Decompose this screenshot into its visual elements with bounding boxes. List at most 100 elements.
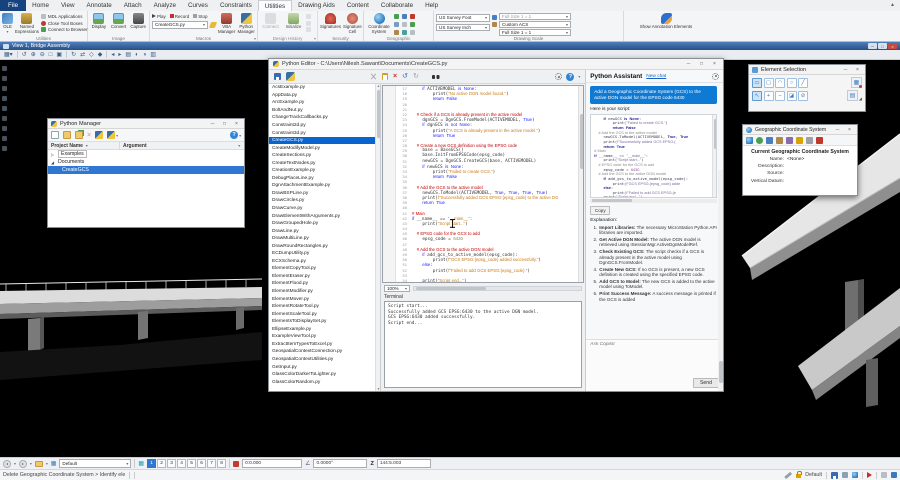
file-list-item[interactable]: ChangeTrackCallbacks.py xyxy=(269,114,375,122)
gcs-close-button[interactable]: × xyxy=(845,127,854,133)
geo-icon-2[interactable] xyxy=(402,14,407,19)
pm-minimize-button[interactable]: ─ xyxy=(208,121,217,127)
ribbon-tab[interactable]: Home xyxy=(26,0,55,11)
send-button[interactable]: Send xyxy=(693,378,719,388)
coordinate-system-button[interactable]: Coordinate System xyxy=(366,12,392,35)
pe-minimize-button[interactable]: ─ xyxy=(684,61,693,67)
view-number-button[interactable]: 6 xyxy=(197,459,206,468)
file-list-item[interactable]: BoltAndNut.py xyxy=(269,107,375,115)
scroll-up-icon[interactable]: ▲ xyxy=(376,84,381,88)
select-shape-icon[interactable]: ◠ xyxy=(775,78,785,88)
acs-lock-icon[interactable] xyxy=(233,461,239,467)
file-list-item[interactable]: ElementsToDisplaySet.py xyxy=(269,318,375,326)
connect-to-browser-button[interactable]: Connect to Browser xyxy=(41,27,88,32)
file-list-item[interactable]: ECXSchema.py xyxy=(269,258,375,266)
tool-icon[interactable] xyxy=(2,96,7,101)
unit-combo-sub[interactable]: US Survey Inch▾ xyxy=(436,24,490,32)
file-list-item[interactable]: ElementRotateTool.py xyxy=(269,303,375,311)
view-number-button[interactable]: 8 xyxy=(217,459,226,468)
clip-mask-icon[interactable]: ◑ xyxy=(143,52,147,58)
ribbon-tab[interactable]: Analyze xyxy=(148,0,182,11)
expand-dialog-icon[interactable]: ◢ xyxy=(859,96,862,101)
delete-icon[interactable]: × xyxy=(393,73,397,80)
clip-volume-icon[interactable]: ◐ xyxy=(135,52,139,58)
save-gcs-icon[interactable] xyxy=(796,137,803,144)
filter-icon[interactable]: ▼ xyxy=(237,144,241,148)
selection-add-icon[interactable]: + xyxy=(764,91,774,101)
selection-new-icon[interactable]: ↖ xyxy=(752,91,762,101)
file-list-item[interactable]: ArcExample.py xyxy=(269,99,375,107)
show-annotation-elements-button[interactable]: Show Annotation Elements xyxy=(626,12,706,35)
assistant-code-scrollbar[interactable] xyxy=(712,115,716,197)
column-argument[interactable]: Argument▼ xyxy=(120,143,244,149)
remove-script-icon[interactable]: × xyxy=(87,132,91,139)
scale-lock-icon[interactable] xyxy=(492,15,497,20)
walk-icon[interactable]: ◇ xyxy=(89,52,94,58)
display-button[interactable]: Display xyxy=(90,12,108,35)
vba-manager-button[interactable]: VBA Manager xyxy=(218,12,235,35)
ribbon-tab[interactable]: Help xyxy=(419,0,444,11)
save-icon[interactable] xyxy=(274,73,281,80)
file-list-scrollbar[interactable]: ▲ ▼ xyxy=(375,84,380,391)
selection-clear-icon[interactable]: ⊘ xyxy=(798,91,808,101)
rotate-view-icon[interactable]: ↻ xyxy=(71,52,76,58)
assistant-settings-icon[interactable] xyxy=(712,73,719,80)
file-list-item[interactable]: ElementModifier.py xyxy=(269,288,375,296)
display-style-icon[interactable]: ▦▾ xyxy=(4,52,13,58)
history-icon-2[interactable] xyxy=(306,21,311,26)
view-window-titlebar[interactable]: View 1, Bridge Assembly ─ □ × xyxy=(0,42,900,50)
lock-icon[interactable] xyxy=(796,474,801,478)
assistant-scrollbar[interactable] xyxy=(718,170,723,391)
file-list-item[interactable]: AcsExample.py xyxy=(269,84,375,92)
file-list-item[interactable]: Constraint2d.py xyxy=(269,122,375,130)
file-list-item[interactable]: EllipseExample.py xyxy=(269,326,375,334)
python-manager-titlebar[interactable]: Python Manager ─ □ × xyxy=(48,119,244,129)
assistant-code-block[interactable]: if newGCS is None: print("Failed to crea… xyxy=(590,114,717,198)
file-list-item[interactable]: CreateSections.py xyxy=(269,152,375,160)
stop-button[interactable]: Stop xyxy=(193,14,207,19)
run-python-icon[interactable] xyxy=(95,131,103,139)
initialize-button[interactable]: Initialize xyxy=(283,12,304,35)
pencil-icon[interactable] xyxy=(784,471,792,478)
select-circle-icon[interactable]: ○ xyxy=(787,78,797,88)
es-close-button[interactable]: × xyxy=(853,67,862,73)
ribbon-collapse-icon[interactable]: ▴ xyxy=(891,1,894,8)
assistant-code-hscrollbar[interactable] xyxy=(590,199,717,203)
grid-status-icon[interactable] xyxy=(842,472,848,478)
gcs-details-icon[interactable] xyxy=(766,137,773,144)
gcs-dialog-titlebar[interactable]: Geographic Coordinate System ─ × xyxy=(743,125,857,135)
tool-icon[interactable] xyxy=(2,66,7,71)
acs-icon[interactable] xyxy=(492,22,497,27)
fly-icon[interactable]: ◆ xyxy=(98,52,103,58)
view-groups-icon[interactable]: ▦ xyxy=(138,460,144,467)
file-list-item[interactable]: DrawRoundRectangles.py xyxy=(269,242,375,250)
signatures-button[interactable]: Signatures xyxy=(320,12,341,35)
acs-combo[interactable]: Custom ACS▾ xyxy=(499,21,571,28)
file-list-item[interactable]: ElementCopyTool.py xyxy=(269,265,375,273)
assistant-input[interactable] xyxy=(590,342,719,378)
named-expressions-button[interactable]: Named Expressions xyxy=(15,12,39,35)
undo-view-dropdown-icon[interactable]: ▾ xyxy=(14,461,16,466)
update-view-icon[interactable]: ↺ xyxy=(22,52,27,58)
help-dropdown-icon[interactable]: ▾ xyxy=(578,74,580,79)
delete-gcs-icon[interactable] xyxy=(816,137,823,144)
file-list-item[interactable]: CreateGCS.py xyxy=(269,137,375,145)
z-field[interactable]: 144:5.003 xyxy=(377,459,431,468)
file-list-item[interactable]: DrawGroupedHole.py xyxy=(269,220,375,228)
file-list-item[interactable]: ElementMover.py xyxy=(269,295,375,303)
view-previous-icon[interactable]: ◂ xyxy=(111,52,114,58)
file-list-item[interactable]: DrawCurve.py xyxy=(269,205,375,213)
file-list-item[interactable]: GeospatialContextConnection.py xyxy=(269,348,375,356)
view-display-icon[interactable]: ▦ xyxy=(51,460,57,467)
geo-icon-6[interactable] xyxy=(410,22,415,27)
file-list-item[interactable]: DebugPlaceLine.py xyxy=(269,175,375,183)
settings-icon[interactable] xyxy=(555,73,562,80)
file-list-item[interactable]: CreateTextNodes.py xyxy=(269,159,375,167)
view-next-icon[interactable]: ▸ xyxy=(118,52,121,58)
pe-close-button[interactable]: × xyxy=(710,61,719,67)
convert-button[interactable]: Convert xyxy=(110,12,128,35)
tool-icon[interactable] xyxy=(2,136,7,141)
close-tool-boxes-button[interactable]: Close Tool Boxes xyxy=(41,21,88,26)
tool-icon[interactable] xyxy=(2,116,7,121)
tool-icon[interactable] xyxy=(2,86,7,91)
